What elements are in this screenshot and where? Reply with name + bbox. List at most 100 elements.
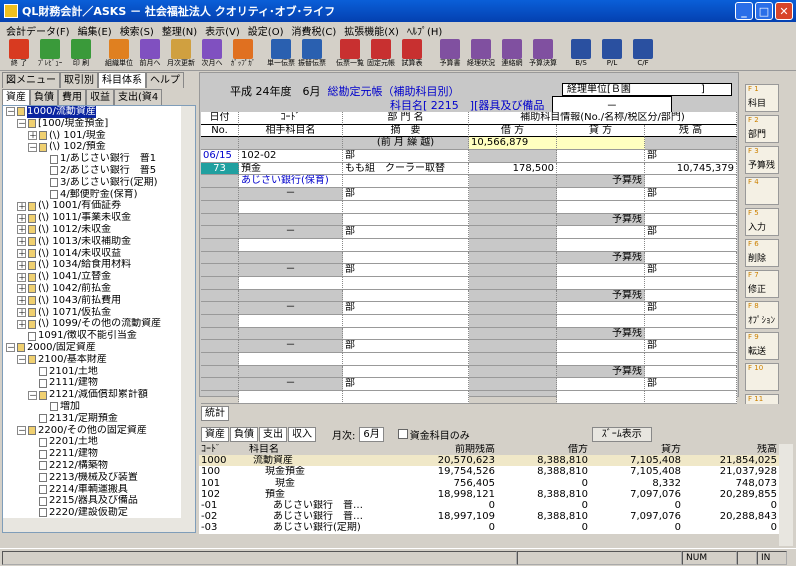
stats-row[interactable]: -02 あじさい銀行 普… 18,997,109 8,388,810 7,097,076…: [199, 511, 779, 522]
function-key-button[interactable]: F 6 削除: [745, 239, 779, 267]
toolbar-button[interactable]: ｶﾞｯﾌﾟｶﾞ: [228, 38, 258, 70]
ledger-cell[interactable]: [469, 378, 557, 392]
tree-item[interactable]: 2/あじさい銀行 普5: [3, 165, 181, 177]
ledger-cell[interactable]: [343, 276, 469, 290]
ledger-cell[interactable]: [343, 365, 469, 379]
ledger-cell[interactable]: [469, 315, 557, 328]
ledger-cell[interactable]: 部: [343, 302, 469, 315]
ledger-cell[interactable]: [469, 226, 557, 239]
ledger-cell[interactable]: －: [239, 226, 343, 239]
toolbar-button[interactable]: P/L: [597, 38, 627, 70]
stats-row[interactable]: 100 現金預金 19,754,526 8,388,810 7,105,408 21,03…: [199, 466, 779, 477]
ledger-cell[interactable]: 部: [343, 340, 469, 354]
stats-row[interactable]: -03 あじさい銀行(定期) 0 0 0 0: [199, 522, 779, 533]
expand-toggle-icon[interactable]: －: [17, 119, 26, 129]
ledger-cell[interactable]: 部: [343, 188, 469, 201]
minimize-button[interactable]: _: [735, 2, 753, 20]
expand-toggle-icon[interactable]: ＋: [17, 272, 26, 282]
tree-item[interactable]: 2211/建物: [3, 448, 181, 460]
tree-item[interactable]: 2111/建物: [3, 377, 181, 389]
toolbar-button[interactable]: 試算表: [397, 38, 427, 70]
ledger-cell[interactable]: [239, 238, 343, 252]
ledger-cell[interactable]: 部: [343, 150, 469, 163]
account-type-tab[interactable]: 費用: [58, 89, 86, 105]
toolbar-button[interactable]: 月次更新: [166, 38, 196, 70]
ledger-cell[interactable]: [201, 315, 239, 328]
toolbar-button[interactable]: ﾌﾟﾚﾋﾞｭｰ: [35, 38, 65, 70]
left-tab[interactable]: 取引別: [60, 72, 98, 88]
function-key-button[interactable]: F 8 ｵﾌﾟｼｮﾝ: [745, 301, 779, 329]
tree-item[interactable]: ＋ (\) 1071/仮払金: [3, 307, 181, 319]
menu-item[interactable]: ﾍﾙﾌﾟ(H): [403, 23, 446, 38]
expand-toggle-icon[interactable]: ＋: [17, 237, 26, 247]
toolbar-button[interactable]: 予算書: [435, 38, 465, 70]
ledger-cell[interactable]: [239, 353, 343, 366]
ledger-cell[interactable]: [201, 340, 239, 354]
ledger-cell[interactable]: [469, 200, 557, 214]
function-key-button[interactable]: F 4: [745, 177, 779, 205]
stats-subtab[interactable]: 負債: [230, 426, 258, 442]
ledger-cell[interactable]: [469, 327, 557, 341]
ledger-grid[interactable]: 日付 ｺｰﾄﾞ部 門 名補助科目情報(No./名称/税区分/部門) No. 相手科目名…: [201, 112, 737, 442]
ledger-cell[interactable]: [469, 289, 557, 303]
toolbar-button[interactable]: 経理状況: [466, 38, 496, 70]
ledger-cell[interactable]: －: [239, 264, 343, 277]
ledger-cell[interactable]: No.: [201, 124, 239, 138]
ledger-cell[interactable]: [201, 213, 239, 227]
ledger-cell[interactable]: [557, 353, 645, 366]
toolbar-button[interactable]: 伝票一覧: [335, 38, 365, 70]
expand-toggle-icon[interactable]: ＋: [17, 225, 26, 235]
tree-item[interactable]: ＋ (\) 1001/有価証券: [3, 200, 181, 212]
ledger-cell[interactable]: 10,566,879: [469, 137, 557, 151]
ledger-cell[interactable]: [343, 289, 469, 303]
tree-item[interactable]: 3/あじさい銀行(定期): [3, 177, 181, 189]
toolbar-button[interactable]: 単一伝票: [266, 38, 296, 70]
function-key-button[interactable]: F 10: [745, 363, 779, 391]
ledger-cell[interactable]: [239, 365, 343, 379]
ledger-cell[interactable]: 予算残: [557, 365, 645, 379]
account-tree[interactable]: － 1000/流動資産－ [100/現金預金] ＋ (\) 101/現金－ (\) 102…: [2, 105, 196, 533]
ledger-cell[interactable]: [645, 315, 737, 328]
stats-row[interactable]: 1000 流動資産 20,570,623 8,388,810 7,105,408 21,8…: [199, 455, 779, 467]
ledger-cell[interactable]: [469, 302, 557, 315]
ledger-cell[interactable]: あじさい銀行(保育): [239, 175, 343, 189]
expand-toggle-icon[interactable]: ＋: [17, 319, 26, 329]
ledger-cell[interactable]: 部: [645, 340, 737, 354]
expand-toggle-icon[interactable]: ＋: [28, 130, 37, 140]
tree-item[interactable]: ＋ (\) 1012/未収金: [3, 224, 181, 236]
toolbar-button[interactable]: 連絡網: [497, 38, 527, 70]
ledger-cell[interactable]: 残 高: [645, 124, 737, 138]
account-type-tab[interactable]: 負債: [30, 89, 58, 105]
account-type-tab[interactable]: 資産: [2, 89, 30, 105]
ledger-cell[interactable]: [201, 302, 239, 315]
tree-item[interactable]: － 2000/固定資産: [3, 342, 181, 354]
expand-toggle-icon[interactable]: ＋: [17, 248, 26, 258]
ledger-cell[interactable]: [557, 302, 645, 315]
ledger-cell[interactable]: [645, 175, 737, 189]
toolbar-button[interactable]: 印 刷: [66, 38, 96, 70]
ledger-cell[interactable]: [645, 137, 737, 151]
ledger-cell[interactable]: [469, 365, 557, 379]
ledger-cell[interactable]: [239, 200, 343, 214]
ledger-cell[interactable]: [201, 353, 239, 366]
tree-item[interactable]: － 2121/減価償却累計額: [3, 389, 181, 401]
ledger-cell[interactable]: [201, 378, 239, 392]
stats-tab[interactable]: 統計: [201, 406, 229, 421]
ledger-cell[interactable]: [645, 353, 737, 366]
function-key-button[interactable]: F 2 部門: [745, 115, 779, 143]
expand-toggle-icon[interactable]: ＋: [17, 307, 26, 317]
ledger-cell[interactable]: [201, 226, 239, 239]
tree-item[interactable]: ＋ (\) 1011/事業未収金: [3, 212, 181, 224]
ledger-cell[interactable]: [469, 188, 557, 201]
ledger-cell[interactable]: [343, 315, 469, 328]
expand-toggle-icon[interactable]: ＋: [17, 284, 26, 294]
zoom-button[interactable]: ｽﾞｰﾑ表示: [591, 426, 652, 442]
tree-item[interactable]: ＋ (\) 1013/未収補助金: [3, 236, 181, 248]
expand-toggle-icon[interactable]: －: [6, 343, 15, 353]
ledger-cell[interactable]: [343, 327, 469, 341]
ledger-cell[interactable]: [469, 340, 557, 354]
ledger-cell[interactable]: 予算残: [557, 213, 645, 227]
ledger-cell[interactable]: 部: [645, 226, 737, 239]
ledger-cell[interactable]: [469, 251, 557, 265]
tree-hscroll[interactable]: [3, 518, 195, 532]
